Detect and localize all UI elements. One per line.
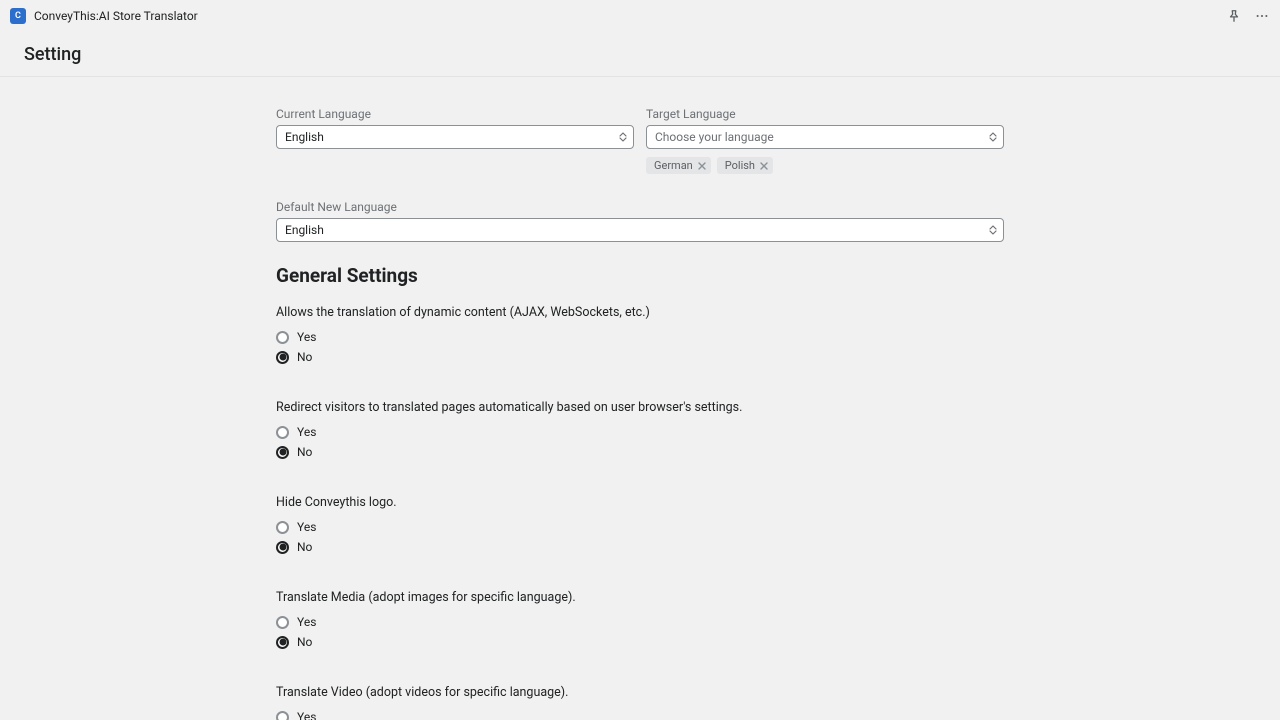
current-language-select[interactable]: English xyxy=(276,125,634,149)
radio-icon xyxy=(276,521,289,534)
default-language-label: Default New Language xyxy=(276,200,1004,214)
radio-icon xyxy=(276,331,289,344)
language-chip-label: Polish xyxy=(725,159,755,172)
app-icon: C xyxy=(10,8,26,24)
radio-icon xyxy=(276,426,289,439)
default-language-select[interactable]: English xyxy=(276,218,1004,242)
chip-remove-icon[interactable] xyxy=(759,161,769,171)
radio-label: Yes xyxy=(297,520,316,534)
select-chevrons-icon xyxy=(989,132,997,142)
radio-q1-yes[interactable]: Yes xyxy=(276,330,1004,344)
select-chevrons-icon xyxy=(619,132,627,142)
radio-label: Yes xyxy=(297,425,316,439)
radio-icon xyxy=(276,636,289,649)
radio-q3-yes[interactable]: Yes xyxy=(276,520,1004,534)
target-language-label: Target Language xyxy=(646,107,1004,121)
radio-icon xyxy=(276,616,289,629)
question-translate-media: Translate Media (adopt images for specif… xyxy=(276,590,1004,605)
question-dynamic-content: Allows the translation of dynamic conten… xyxy=(276,305,1004,320)
radio-label: No xyxy=(297,445,312,459)
general-settings-heading: General Settings xyxy=(276,264,1004,287)
radio-label: No xyxy=(297,540,312,554)
language-chip: German xyxy=(646,157,711,174)
radio-label: Yes xyxy=(297,615,316,629)
radio-q4-yes[interactable]: Yes xyxy=(276,615,1004,629)
radio-q2-yes[interactable]: Yes xyxy=(276,425,1004,439)
language-chip-label: German xyxy=(654,159,693,172)
radio-icon xyxy=(276,351,289,364)
radio-q4-no[interactable]: No xyxy=(276,635,1004,649)
page-title: Setting xyxy=(24,44,81,65)
radio-q2-no[interactable]: No xyxy=(276,445,1004,459)
radio-q3-no[interactable]: No xyxy=(276,540,1004,554)
question-translate-video: Translate Video (adopt videos for specif… xyxy=(276,685,1004,700)
radio-icon xyxy=(276,711,289,720)
radio-label: No xyxy=(297,635,312,649)
radio-label: No xyxy=(297,350,312,364)
app-title: ConveyThis:AI Store Translator xyxy=(34,9,198,23)
pin-icon[interactable] xyxy=(1226,8,1242,24)
radio-label: Yes xyxy=(297,330,316,344)
radio-q1-no[interactable]: No xyxy=(276,350,1004,364)
current-language-label: Current Language xyxy=(276,107,634,121)
more-icon[interactable] xyxy=(1254,8,1270,24)
radio-q5-yes[interactable]: Yes xyxy=(276,710,1004,720)
radio-icon xyxy=(276,541,289,554)
select-chevrons-icon xyxy=(989,225,997,235)
target-language-select[interactable]: Choose your language xyxy=(646,125,1004,149)
question-hide-logo: Hide Conveythis logo. xyxy=(276,495,1004,510)
chip-remove-icon[interactable] xyxy=(697,161,707,171)
language-chip: Polish xyxy=(717,157,773,174)
default-language-value: English xyxy=(285,223,324,237)
target-language-placeholder: Choose your language xyxy=(655,130,774,144)
current-language-value: English xyxy=(285,130,324,144)
radio-label: Yes xyxy=(297,710,316,720)
question-auto-redirect: Redirect visitors to translated pages au… xyxy=(276,400,1004,415)
radio-icon xyxy=(276,446,289,459)
